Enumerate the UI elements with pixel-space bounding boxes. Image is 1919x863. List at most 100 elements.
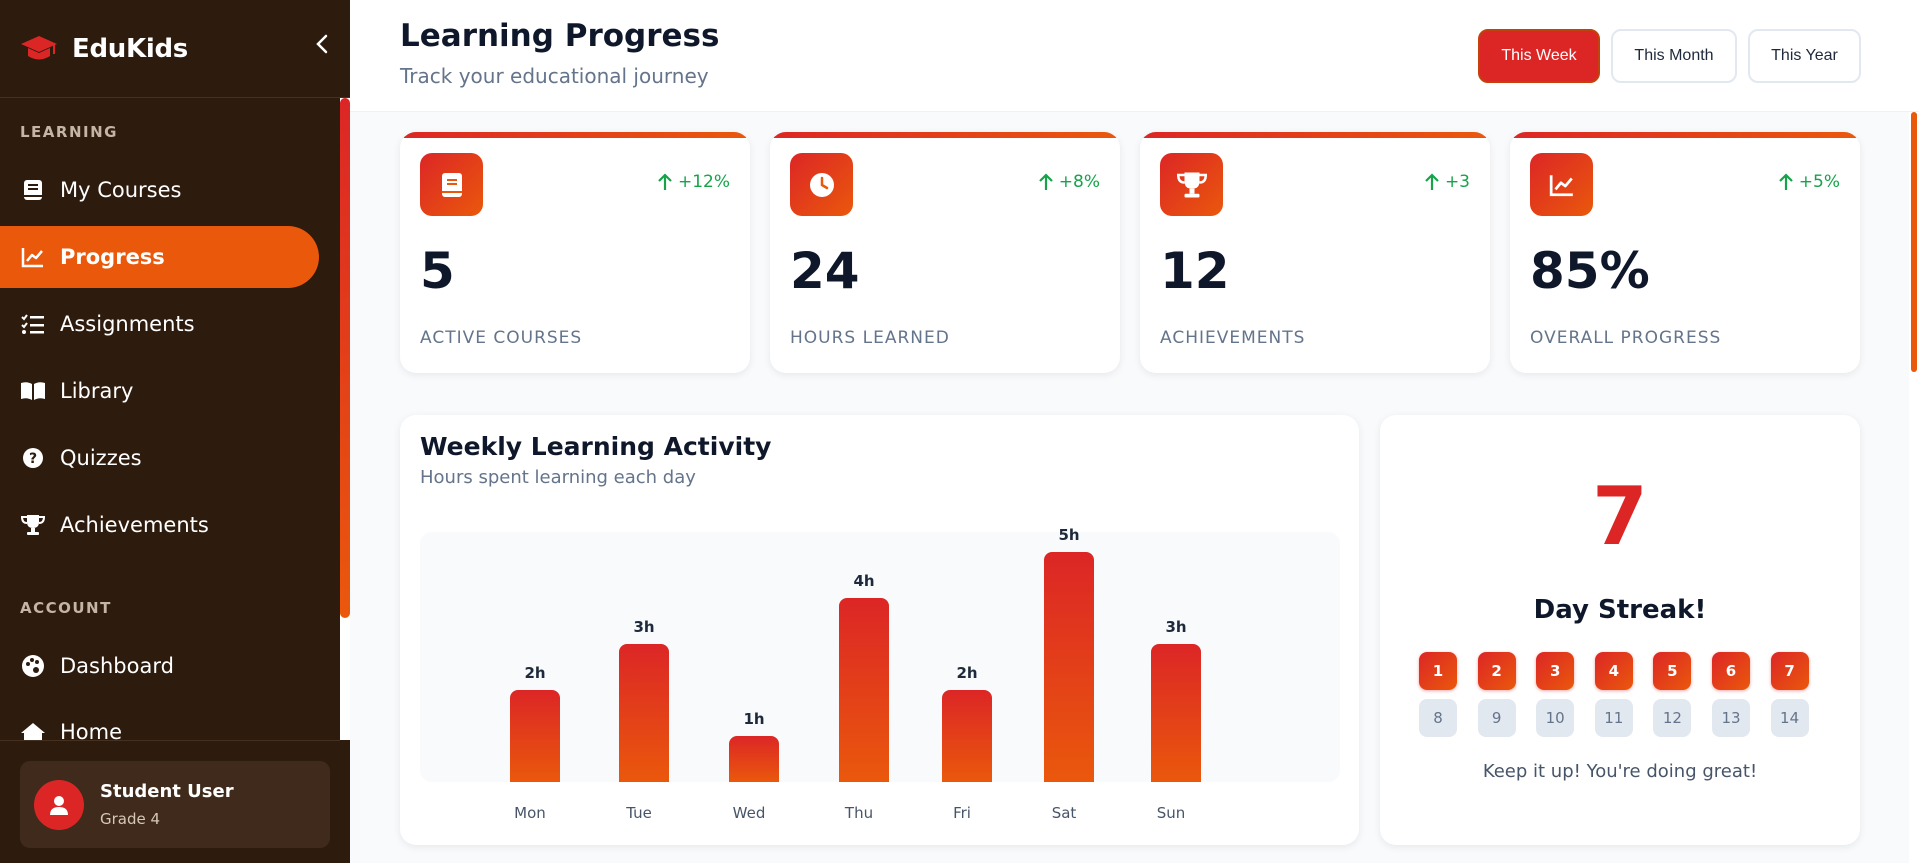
streak-day-4: 4 — [1594, 652, 1633, 690]
sidebar-item-label: My Courses — [60, 178, 182, 202]
section-label-learning: LEARNING — [20, 123, 118, 141]
section-label-account: ACCOUNT — [20, 599, 112, 617]
avatar — [34, 779, 84, 830]
chart-x-tick-label: Sat — [1051, 804, 1077, 822]
streak-day-8: 8 — [1419, 699, 1457, 737]
streak-day-11: 11 — [1594, 699, 1633, 737]
streak-message: Keep it up! You're doing great! — [1482, 761, 1758, 782]
chart-bar-wed — [729, 736, 779, 782]
chart-x-tick-label: Sun — [1156, 804, 1186, 822]
chart-x-tick-label: Fri — [953, 804, 971, 822]
question-icon: ? — [20, 445, 46, 471]
sidebar-item-home[interactable]: Home — [0, 702, 319, 740]
sidebar-scrollbar[interactable] — [340, 98, 350, 740]
chart-bar-sun — [1151, 644, 1201, 782]
page-header: Learning Progress Track your educational… — [350, 0, 1919, 112]
chart-bar-mon — [510, 690, 560, 782]
stat-change: +3 — [1425, 172, 1470, 192]
chart-data-label: 3h — [633, 618, 655, 636]
sidebar-item-assignments[interactable]: Assignments — [0, 293, 319, 355]
chart-bar-fri — [942, 690, 992, 782]
sidebar-item-label: Dashboard — [60, 654, 174, 678]
sidebar-item-my-courses[interactable]: My Courses — [0, 159, 319, 221]
book-icon — [20, 177, 46, 203]
streak-label: Day Streak! — [1533, 595, 1707, 625]
sidebar-item-quizzes[interactable]: ? Quizzes — [0, 427, 319, 489]
stat-value: 5 — [420, 242, 455, 300]
main-scrollbar[interactable] — [1909, 112, 1919, 863]
chart-data-label: 4h — [853, 572, 875, 590]
chart-x-tick-label: Thu — [844, 804, 874, 822]
task-list-icon — [20, 311, 46, 337]
stat-change-value: +12% — [677, 172, 730, 192]
chart-x-tick-label: Tue — [626, 804, 652, 822]
streak-day-6: 6 — [1712, 652, 1750, 690]
book-icon — [420, 153, 483, 216]
arrow-up-icon — [1779, 173, 1793, 190]
sidebar-item-label: Assignments — [60, 312, 195, 336]
user-icon — [50, 795, 68, 815]
sidebar-scrollbar-thumb[interactable] — [340, 98, 350, 618]
chart-bar-thu — [839, 598, 889, 782]
stat-card-overall-progress: +5% 85% OVERALL PROGRESS — [1510, 132, 1860, 373]
chart-subtitle: Hours spent learning each day — [420, 467, 696, 488]
streak-count: 7 — [1592, 470, 1648, 563]
home-icon — [20, 720, 46, 740]
stat-card-active-courses: +12% 5 ACTIVE COURSES — [400, 132, 750, 373]
chart-data-label: 1h — [743, 710, 765, 728]
card-accent-bar — [400, 132, 750, 138]
svg-text:?: ? — [29, 451, 37, 467]
sidebar-item-label: Library — [60, 379, 134, 403]
chart-bar-tue — [619, 644, 669, 782]
stat-label: ACTIVE COURSES — [420, 328, 583, 348]
sidebar-item-achievements[interactable]: Achievements — [0, 494, 319, 556]
weekly-activity-card: Weekly Learning Activity Hours spent lea… — [400, 415, 1359, 845]
palette-icon — [20, 653, 46, 679]
range-this-year-button[interactable]: This Year — [1748, 29, 1861, 83]
streak-day-7: 7 — [1770, 652, 1809, 690]
range-this-week-button[interactable]: This Week — [1478, 29, 1600, 83]
streak-day-10: 10 — [1536, 699, 1575, 737]
sidebar-item-label: Home — [60, 720, 123, 740]
user-grade: Grade 4 — [100, 810, 161, 828]
sidebar: EduKids LEARNING My Courses Progress Ass… — [0, 0, 350, 863]
stat-change-value: +3 — [1444, 172, 1470, 192]
sidebar-item-progress[interactable]: Progress — [0, 226, 319, 288]
open-book-icon — [20, 378, 46, 404]
sidebar-item-dashboard[interactable]: Dashboard — [0, 635, 319, 697]
sidebar-item-label: Quizzes — [60, 446, 142, 470]
streak-day-13: 13 — [1712, 699, 1750, 737]
streak-day-2: 2 — [1477, 652, 1516, 690]
trophy-icon — [20, 512, 46, 538]
graduation-cap-icon — [20, 33, 58, 65]
sidebar-divider — [0, 740, 340, 741]
streak-day-3: 3 — [1536, 652, 1575, 690]
stat-change: +12% — [658, 172, 730, 192]
sidebar-item-library[interactable]: Library — [0, 360, 319, 422]
page-subtitle: Track your educational journey — [400, 64, 709, 88]
collapse-sidebar-icon[interactable] — [310, 30, 334, 58]
stat-label: OVERALL PROGRESS — [1530, 328, 1722, 348]
card-accent-bar — [770, 132, 1120, 138]
chart-data-label: 2h — [956, 664, 978, 682]
chart-bar-sat — [1044, 552, 1094, 782]
chart-title: Weekly Learning Activity — [420, 432, 772, 461]
stat-label: ACHIEVEMENTS — [1160, 328, 1306, 348]
chart-data-label: 5h — [1058, 526, 1080, 544]
trophy-icon — [1160, 153, 1223, 216]
stat-value: 24 — [790, 242, 860, 300]
stat-value: 12 — [1160, 242, 1230, 300]
streak-day-5: 5 — [1653, 652, 1692, 690]
streak-day-9: 9 — [1477, 699, 1516, 737]
chart-data-label: 2h — [524, 664, 546, 682]
stat-card-hours-learned: +8% 24 HOURS LEARNED — [770, 132, 1120, 373]
range-this-month-button[interactable]: This Month — [1611, 29, 1737, 83]
chart-line-icon — [20, 244, 46, 270]
user-name: Student User — [100, 781, 234, 802]
user-profile[interactable]: Student User Grade 4 — [20, 761, 330, 848]
stat-change-value: +5% — [1798, 172, 1840, 192]
stat-label: HOURS LEARNED — [790, 328, 950, 348]
arrow-up-icon — [658, 173, 672, 190]
main-scrollbar-thumb[interactable] — [1911, 112, 1917, 372]
brand-name: EduKids — [72, 33, 188, 64]
